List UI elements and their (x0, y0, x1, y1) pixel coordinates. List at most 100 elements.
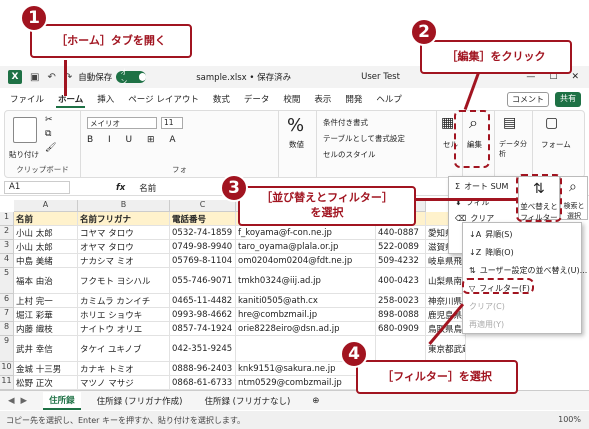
grid-cell[interactable]: 松野 正次 (14, 376, 78, 390)
grid-cell[interactable]: 258-0023 (376, 294, 426, 308)
autosum-item[interactable]: Σ オート SUM (455, 181, 508, 192)
row-header[interactable]: 8 (0, 322, 14, 336)
sort-descending-item[interactable]: ↓Z 降順(O) (469, 247, 514, 258)
data-analysis-icon[interactable]: ▤ (503, 115, 516, 131)
formula-input[interactable]: 名前 (139, 182, 156, 194)
column-header-c[interactable]: C (170, 200, 236, 212)
grid-cell[interactable]: 内藤 織枝 (14, 322, 78, 336)
grid-cell[interactable]: 0888-96-2403 (170, 362, 236, 376)
grid-cell[interactable]: タケイ ユキノブ (78, 336, 170, 362)
grid-cell[interactable]: 898-0088 (376, 308, 426, 322)
grid-cell[interactable]: f_koyama@f-con.ne.jp (236, 226, 376, 240)
tab-help[interactable]: ヘルプ (374, 92, 404, 108)
grid-cell[interactable]: 山梨県南 落合 5階 (426, 268, 466, 294)
tab-page-layout[interactable]: ページ レイアウト (126, 92, 201, 108)
form-icon[interactable]: ▢ (545, 115, 558, 131)
row-header[interactable]: 10 (0, 362, 14, 376)
grid-cell[interactable]: 055-746-9071 (170, 268, 236, 294)
grid-cell[interactable]: カナキ トミオ (78, 362, 170, 376)
undo-icon[interactable]: ↶ (47, 72, 55, 83)
grid-cell[interactable]: 武井 幸信 (14, 336, 78, 362)
grid-cell[interactable]: 小山 太郎 (14, 226, 78, 240)
grid-cell[interactable]: フクモト ヨシハル (78, 268, 170, 294)
grid-cell[interactable]: 680-0909 (376, 322, 426, 336)
grid-cell[interactable]: hre@combzmail.jp (236, 308, 376, 322)
font-size-box[interactable]: 11 (161, 117, 183, 129)
save-icon[interactable]: ▣ (30, 72, 39, 83)
row-header[interactable]: 9 (0, 336, 14, 362)
column-header-a[interactable]: A (14, 200, 78, 212)
tab-view[interactable]: 表示 (312, 92, 333, 108)
cut-icon[interactable]: ✂ (45, 115, 53, 125)
grid-cell[interactable] (376, 336, 426, 362)
user-name[interactable]: User Test (361, 72, 400, 82)
sort-ascending-item[interactable]: ↓A 昇順(S) (469, 229, 513, 240)
grid-cell[interactable]: 0532-74-1859 (170, 226, 236, 240)
tab-file[interactable]: ファイル (8, 92, 46, 108)
grid-cell[interactable]: コヤマ タロウ (78, 226, 170, 240)
grid-cell[interactable]: 福本 由治 (14, 268, 78, 294)
conditional-format-button[interactable]: 条件付き書式 (323, 117, 368, 128)
grid-cell[interactable]: 400-0423 (376, 268, 426, 294)
grid-cell[interactable]: 0993-98-4662 (170, 308, 236, 322)
grid-cell[interactable]: 509-4232 (376, 254, 426, 268)
row-header[interactable]: 2 (0, 226, 14, 240)
header-cell[interactable]: 名前フリガナ (78, 212, 170, 226)
grid-cell[interactable]: ホリエ ショウキ (78, 308, 170, 322)
row-header[interactable]: 7 (0, 308, 14, 322)
cell-style-button[interactable]: セルのスタイル (323, 149, 376, 160)
tab-formulas[interactable]: 数式 (211, 92, 232, 108)
percent-icon[interactable]: % (287, 115, 304, 136)
table-format-button[interactable]: テーブルとして書式設定 (323, 133, 405, 144)
sheet-nav-arrows[interactable]: ◀▶ (8, 396, 33, 406)
share-button[interactable]: 共有 (555, 92, 581, 107)
cells-icon[interactable]: ▦ (441, 115, 454, 131)
paste-icon[interactable] (13, 117, 37, 143)
row-header[interactable]: 3 (0, 240, 14, 254)
name-box[interactable]: A1 (4, 181, 70, 194)
add-sheet-icon[interactable]: ⊕ (306, 394, 325, 408)
grid-cell[interactable]: カミムラ カンイチ (78, 294, 170, 308)
sheet-tab[interactable]: 住所録 (フリガナ作成) (91, 393, 189, 409)
grid-cell[interactable]: 金城 十三男 (14, 362, 78, 376)
row-header[interactable]: 1 (0, 212, 14, 226)
row-header[interactable]: 5 (0, 268, 14, 294)
grid-cell[interactable]: 堀江 彩華 (14, 308, 78, 322)
tab-insert[interactable]: 挿入 (95, 92, 116, 108)
grid-cell[interactable]: 0749-98-9940 (170, 240, 236, 254)
grid-cell[interactable]: 0857-74-1924 (170, 322, 236, 336)
font-name-box[interactable]: メイリオ (87, 117, 157, 129)
grid-cell[interactable]: 上村 完一 (14, 294, 78, 308)
grid-cell[interactable]: tmkh0324@iij.ad.jp (236, 268, 376, 294)
sheet-tab[interactable]: 住所録 (43, 391, 81, 410)
grid-cell[interactable]: kaniti0505@ath.cx (236, 294, 376, 308)
grid-cell[interactable]: 042-351-9245 (170, 336, 236, 362)
grid-cell[interactable]: ntm0529@combzmail.jp (236, 376, 376, 390)
close-icon[interactable]: ✕ (571, 72, 579, 82)
tab-data[interactable]: データ (242, 92, 272, 108)
font-format-buttons[interactable]: B I U ⊞ A (87, 135, 182, 145)
header-cell[interactable]: 電話番号 (170, 212, 236, 226)
copy-icon[interactable]: ⧉ (45, 129, 51, 139)
format-painter-icon[interactable]: 🖌 (45, 143, 56, 153)
autosave-toggle[interactable]: オン (116, 68, 147, 86)
column-header-b[interactable]: B (78, 200, 170, 212)
grid-cell[interactable]: 522-0089 (376, 240, 426, 254)
grid-cell[interactable]: 岐阜県飛 (426, 254, 466, 268)
grid-cell[interactable]: orie8228eiro@dsn.ad.jp (236, 322, 376, 336)
grid-cell[interactable]: マツノ マサジ (78, 376, 170, 390)
grid-cell[interactable]: 440-0887 (376, 226, 426, 240)
tab-review[interactable]: 校閲 (281, 92, 302, 108)
grid-cell[interactable]: 0868-61-6733 (170, 376, 236, 390)
grid-cell[interactable]: 中島 美緒 (14, 254, 78, 268)
grid-cell[interactable]: ナイトウ オリエ (78, 322, 170, 336)
custom-sort-item[interactable]: ⇅ ユーザー設定の並べ替え(U)... (469, 265, 587, 276)
tab-developer[interactable]: 開発 (343, 92, 364, 108)
zoom-level[interactable]: 100% (558, 415, 581, 424)
sheet-tab[interactable]: 住所録 (フリガナなし) (198, 393, 296, 409)
row-header[interactable]: 4 (0, 254, 14, 268)
grid-cell[interactable]: om0204om0204@fdt.ne.jp (236, 254, 376, 268)
comment-button[interactable]: コメント (507, 92, 549, 107)
header-cell[interactable]: 名前 (14, 212, 78, 226)
grid-cell[interactable]: 小山 太郎 (14, 240, 78, 254)
